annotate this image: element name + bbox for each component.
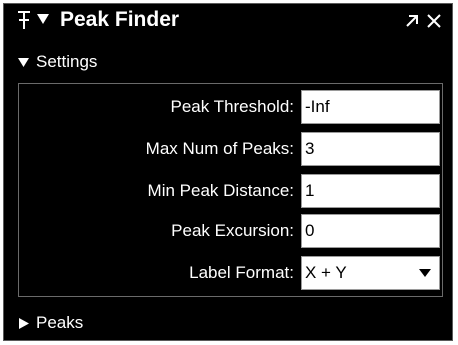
settings-panel: Peak Threshold: -Inf Max Num of Peaks: 3…: [18, 83, 443, 297]
min-peak-distance-input[interactable]: 1: [301, 174, 440, 208]
settings-section-header[interactable]: Settings: [4, 48, 452, 76]
pin-icon[interactable]: [16, 9, 32, 31]
max-num-peaks-input[interactable]: 3: [301, 132, 440, 166]
label-format-dropdown[interactable]: X + Y: [301, 256, 440, 290]
triangle-down-icon: [18, 58, 29, 67]
peak-threshold-label: Peak Threshold:: [170, 97, 294, 116]
min-peak-distance-row: Min Peak Distance: 1: [19, 172, 442, 210]
peak-excursion-label: Peak Excursion:: [171, 221, 294, 240]
peak-excursion-input[interactable]: 0: [301, 214, 440, 248]
label-format-row: Label Format: X + Y: [19, 254, 442, 292]
peaks-header-label: Peaks: [36, 313, 84, 332]
peak-finder-panel: Peak Finder Settings Peak Threshold: -In…: [3, 3, 453, 341]
panel-title: Peak Finder: [60, 8, 180, 31]
peaks-section-header[interactable]: Peaks: [4, 309, 452, 337]
max-num-peaks-row: Max Num of Peaks: 3: [19, 130, 442, 168]
min-peak-distance-label: Min Peak Distance:: [147, 181, 294, 200]
chevron-down-icon[interactable]: [419, 269, 431, 277]
peak-excursion-row: Peak Excursion: 0: [19, 212, 442, 250]
triangle-down-icon[interactable]: [36, 12, 50, 26]
close-icon[interactable]: [426, 13, 442, 29]
label-format-label: Label Format:: [189, 263, 294, 282]
max-num-peaks-label: Max Num of Peaks:: [145, 139, 294, 158]
peak-threshold-input[interactable]: -Inf: [301, 90, 440, 124]
triangle-right-icon: [19, 318, 29, 329]
settings-header-label: Settings: [36, 52, 98, 71]
peak-threshold-row: Peak Threshold: -Inf: [19, 88, 442, 126]
panel-titlebar: Peak Finder: [4, 4, 452, 38]
label-format-value: X + Y: [305, 263, 347, 282]
arrow-up-right-icon[interactable]: [405, 14, 419, 28]
